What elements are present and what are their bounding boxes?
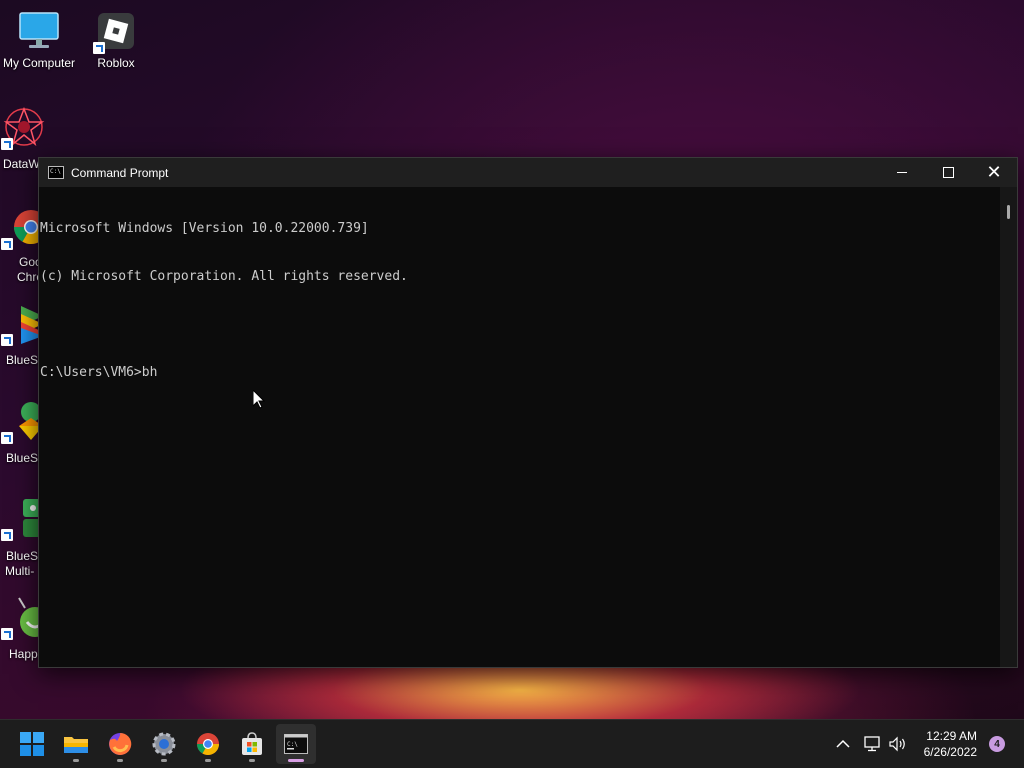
settings-icon: [152, 732, 176, 756]
shortcut-arrow-icon: [1, 432, 13, 444]
network-status-button[interactable]: [863, 720, 883, 768]
shortcut-arrow-icon: [1, 628, 13, 640]
chevron-up-icon: [836, 739, 850, 748]
console-output[interactable]: Microsoft Windows [Version 10.0.22000.73…: [39, 187, 1000, 667]
running-indicator: [161, 759, 167, 762]
desktop-icon-label: BlueSt: [6, 549, 42, 563]
desktop-icon-label: My Computer: [2, 56, 76, 70]
datawin-icon: [1, 106, 45, 150]
roblox-icon: [93, 10, 137, 54]
running-indicator: [73, 759, 79, 762]
firefox-icon: [109, 732, 132, 755]
desktop-icon-datawin[interactable]: [0, 106, 49, 152]
desktop-icon-label: Multi-: [5, 564, 35, 578]
taskbar-file-explorer[interactable]: [56, 724, 96, 764]
command-prompt-icon: [48, 166, 64, 179]
shortcut-arrow-icon: [93, 42, 105, 54]
taskbar-settings[interactable]: [144, 724, 184, 764]
scrollbar-thumb[interactable]: [1007, 205, 1010, 219]
maximize-icon: [942, 167, 954, 178]
desktop-icon-label: BlueSt: [6, 353, 42, 367]
taskbar-store[interactable]: [232, 724, 272, 764]
close-icon: ✕: [986, 162, 1002, 182]
network-icon: [864, 736, 880, 752]
console-prompt-line: C:\Users\VM6>bh: [40, 365, 158, 380]
minimize-button[interactable]: [879, 158, 925, 187]
clock-date: 6/26/2022: [923, 745, 977, 759]
monitor-icon: [18, 10, 60, 52]
shortcut-arrow-icon: [1, 138, 13, 150]
command-prompt-window[interactable]: Command Prompt ✕ Microsoft Windows [Vers…: [38, 157, 1018, 668]
file-explorer-icon: [64, 737, 88, 753]
running-indicator: [249, 759, 255, 762]
store-icon: [242, 732, 262, 755]
taskbar-command-prompt[interactable]: C:\: [276, 724, 316, 764]
chrome-icon: [197, 733, 219, 755]
close-button[interactable]: ✕: [971, 158, 1017, 187]
minimize-icon: [897, 172, 907, 173]
taskbar-firefox[interactable]: [100, 724, 140, 764]
start-button[interactable]: [12, 724, 52, 764]
notification-badge[interactable]: 4: [989, 736, 1005, 752]
desktop-icon-my-computer[interactable]: My Computer: [1, 10, 77, 70]
vertical-scrollbar[interactable]: [1000, 187, 1017, 667]
window-title: Command Prompt: [71, 165, 169, 180]
console-line: (c) Microsoft Corporation. All rights re…: [40, 269, 408, 284]
running-indicator: [288, 759, 304, 762]
show-hidden-icons-button[interactable]: [836, 720, 854, 768]
speaker-icon: [889, 736, 905, 752]
desktop-icon-label: BlueSt: [6, 451, 42, 465]
window-titlebar[interactable]: Command Prompt ✕: [39, 158, 1017, 187]
desktop-icon-label: Happ: [9, 647, 38, 661]
maximize-button[interactable]: [925, 158, 971, 187]
shortcut-arrow-icon: [1, 529, 13, 541]
clock[interactable]: 12:29 AM 6/26/2022: [924, 728, 977, 760]
start-icon: [20, 732, 44, 756]
console-line: Microsoft Windows [Version 10.0.22000.73…: [40, 221, 369, 236]
volume-button[interactable]: [889, 720, 909, 768]
running-indicator: [117, 759, 123, 762]
shortcut-arrow-icon: [1, 238, 13, 250]
taskbar: C:\ 12:29 AM 6/26/2022 4: [0, 719, 1024, 768]
terminal-icon: C:\: [284, 734, 308, 754]
desktop-icon-roblox[interactable]: Roblox: [78, 10, 154, 70]
shortcut-arrow-icon: [1, 334, 13, 346]
desktop-icon-label: Roblox: [97, 56, 135, 70]
desktop-icon-label: DataW: [3, 157, 40, 171]
clock-time: 12:29 AM: [926, 729, 977, 743]
svg-text:C:\: C:\: [287, 741, 298, 748]
taskbar-chrome[interactable]: [188, 724, 228, 764]
running-indicator: [205, 759, 211, 762]
